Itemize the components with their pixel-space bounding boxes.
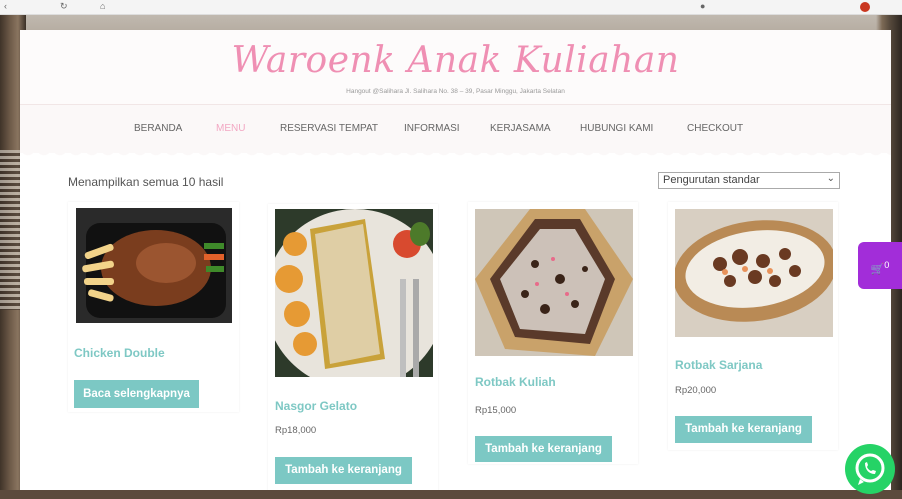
nav-item-menu[interactable]: MENU — [216, 123, 245, 134]
site-header: Waroenk Anak Kuliahan Hangout @Salihara … — [20, 30, 891, 105]
nav-item-informasi[interactable]: INFORMASI — [404, 123, 460, 134]
add-to-cart-button[interactable]: Tambah ke keranjang — [475, 436, 612, 462]
nav-item-checkout[interactable]: CHECKOUT — [687, 123, 743, 134]
read-more-button[interactable]: Baca selengkapnya — [74, 380, 199, 408]
site-tagline: Hangout @Salihara Jl. Salihara No. 38 – … — [346, 88, 565, 95]
product-image[interactable] — [76, 208, 232, 323]
product-card-rotbak-kuliah: Rotbak Kuliah Rp15,000 Tambah ke keranja… — [468, 202, 638, 464]
nav-item-hubungi-kami[interactable]: HUBUNGI KAMI — [580, 123, 653, 134]
product-card-chicken-double: Chicken Double Baca selengkapnya — [68, 202, 239, 412]
main-nav: BERANDA MENU RESERVASI TEMPAT INFORMASI … — [20, 105, 891, 153]
product-name[interactable]: Nasgor Gelato — [275, 399, 357, 413]
product-price: Rp15,000 — [475, 405, 517, 416]
product-image[interactable] — [475, 209, 633, 356]
cart-count: 0 — [884, 260, 890, 270]
back-icon[interactable]: ‹ — [4, 1, 7, 11]
product-image[interactable] — [675, 209, 833, 337]
result-count: Menampilkan semua 10 hasil — [68, 175, 224, 189]
product-card-rotbak-sarjana: Rotbak Sarjana Rp20,000 Tambah ke keranj… — [668, 202, 838, 450]
floating-cart-button[interactable]: 🛒0 — [858, 242, 902, 289]
avatar[interactable] — [860, 2, 870, 12]
product-name[interactable]: Rotbak Sarjana — [675, 358, 762, 372]
product-name[interactable]: Rotbak Kuliah — [475, 375, 556, 389]
product-name[interactable]: Chicken Double — [74, 346, 165, 360]
product-card-nasgor-gelato: Nasgor Gelato Rp18,000 Tambah ke keranja… — [268, 204, 438, 490]
reload-icon[interactable]: ↻ — [60, 1, 68, 12]
browser-toolbar: ‹ ↻ ⌂ ● — [0, 0, 902, 15]
nav-item-reservasi-tempat[interactable]: RESERVASI TEMPAT — [280, 123, 378, 134]
sort-select[interactable]: Pengurutan standar ⌄ — [658, 172, 840, 189]
chevron-down-icon: ⌄ — [826, 173, 835, 184]
site-title[interactable]: Waroenk Anak Kuliahan — [20, 40, 891, 81]
home-icon[interactable]: ⌂ — [100, 1, 105, 11]
product-price: Rp20,000 — [675, 385, 717, 396]
shop-page: Waroenk Anak Kuliahan Hangout @Salihara … — [20, 30, 891, 490]
add-to-cart-button[interactable]: Tambah ke keranjang — [275, 457, 412, 484]
nav-item-kerjasama[interactable]: KERJASAMA — [490, 123, 551, 134]
whatsapp-button[interactable] — [845, 444, 895, 494]
nav-item-beranda[interactable]: BERANDA — [134, 123, 182, 134]
product-image[interactable] — [275, 209, 433, 377]
add-to-cart-button[interactable]: Tambah ke keranjang — [675, 416, 812, 443]
cart-icon: 🛒 — [870, 263, 885, 276]
product-price: Rp18,000 — [275, 425, 317, 436]
sort-select-value: Pengurutan standar — [663, 174, 760, 186]
extension-icon[interactable]: ● — [700, 1, 705, 11]
whatsapp-icon — [855, 453, 885, 485]
nav-scallop-divider — [20, 148, 891, 158]
